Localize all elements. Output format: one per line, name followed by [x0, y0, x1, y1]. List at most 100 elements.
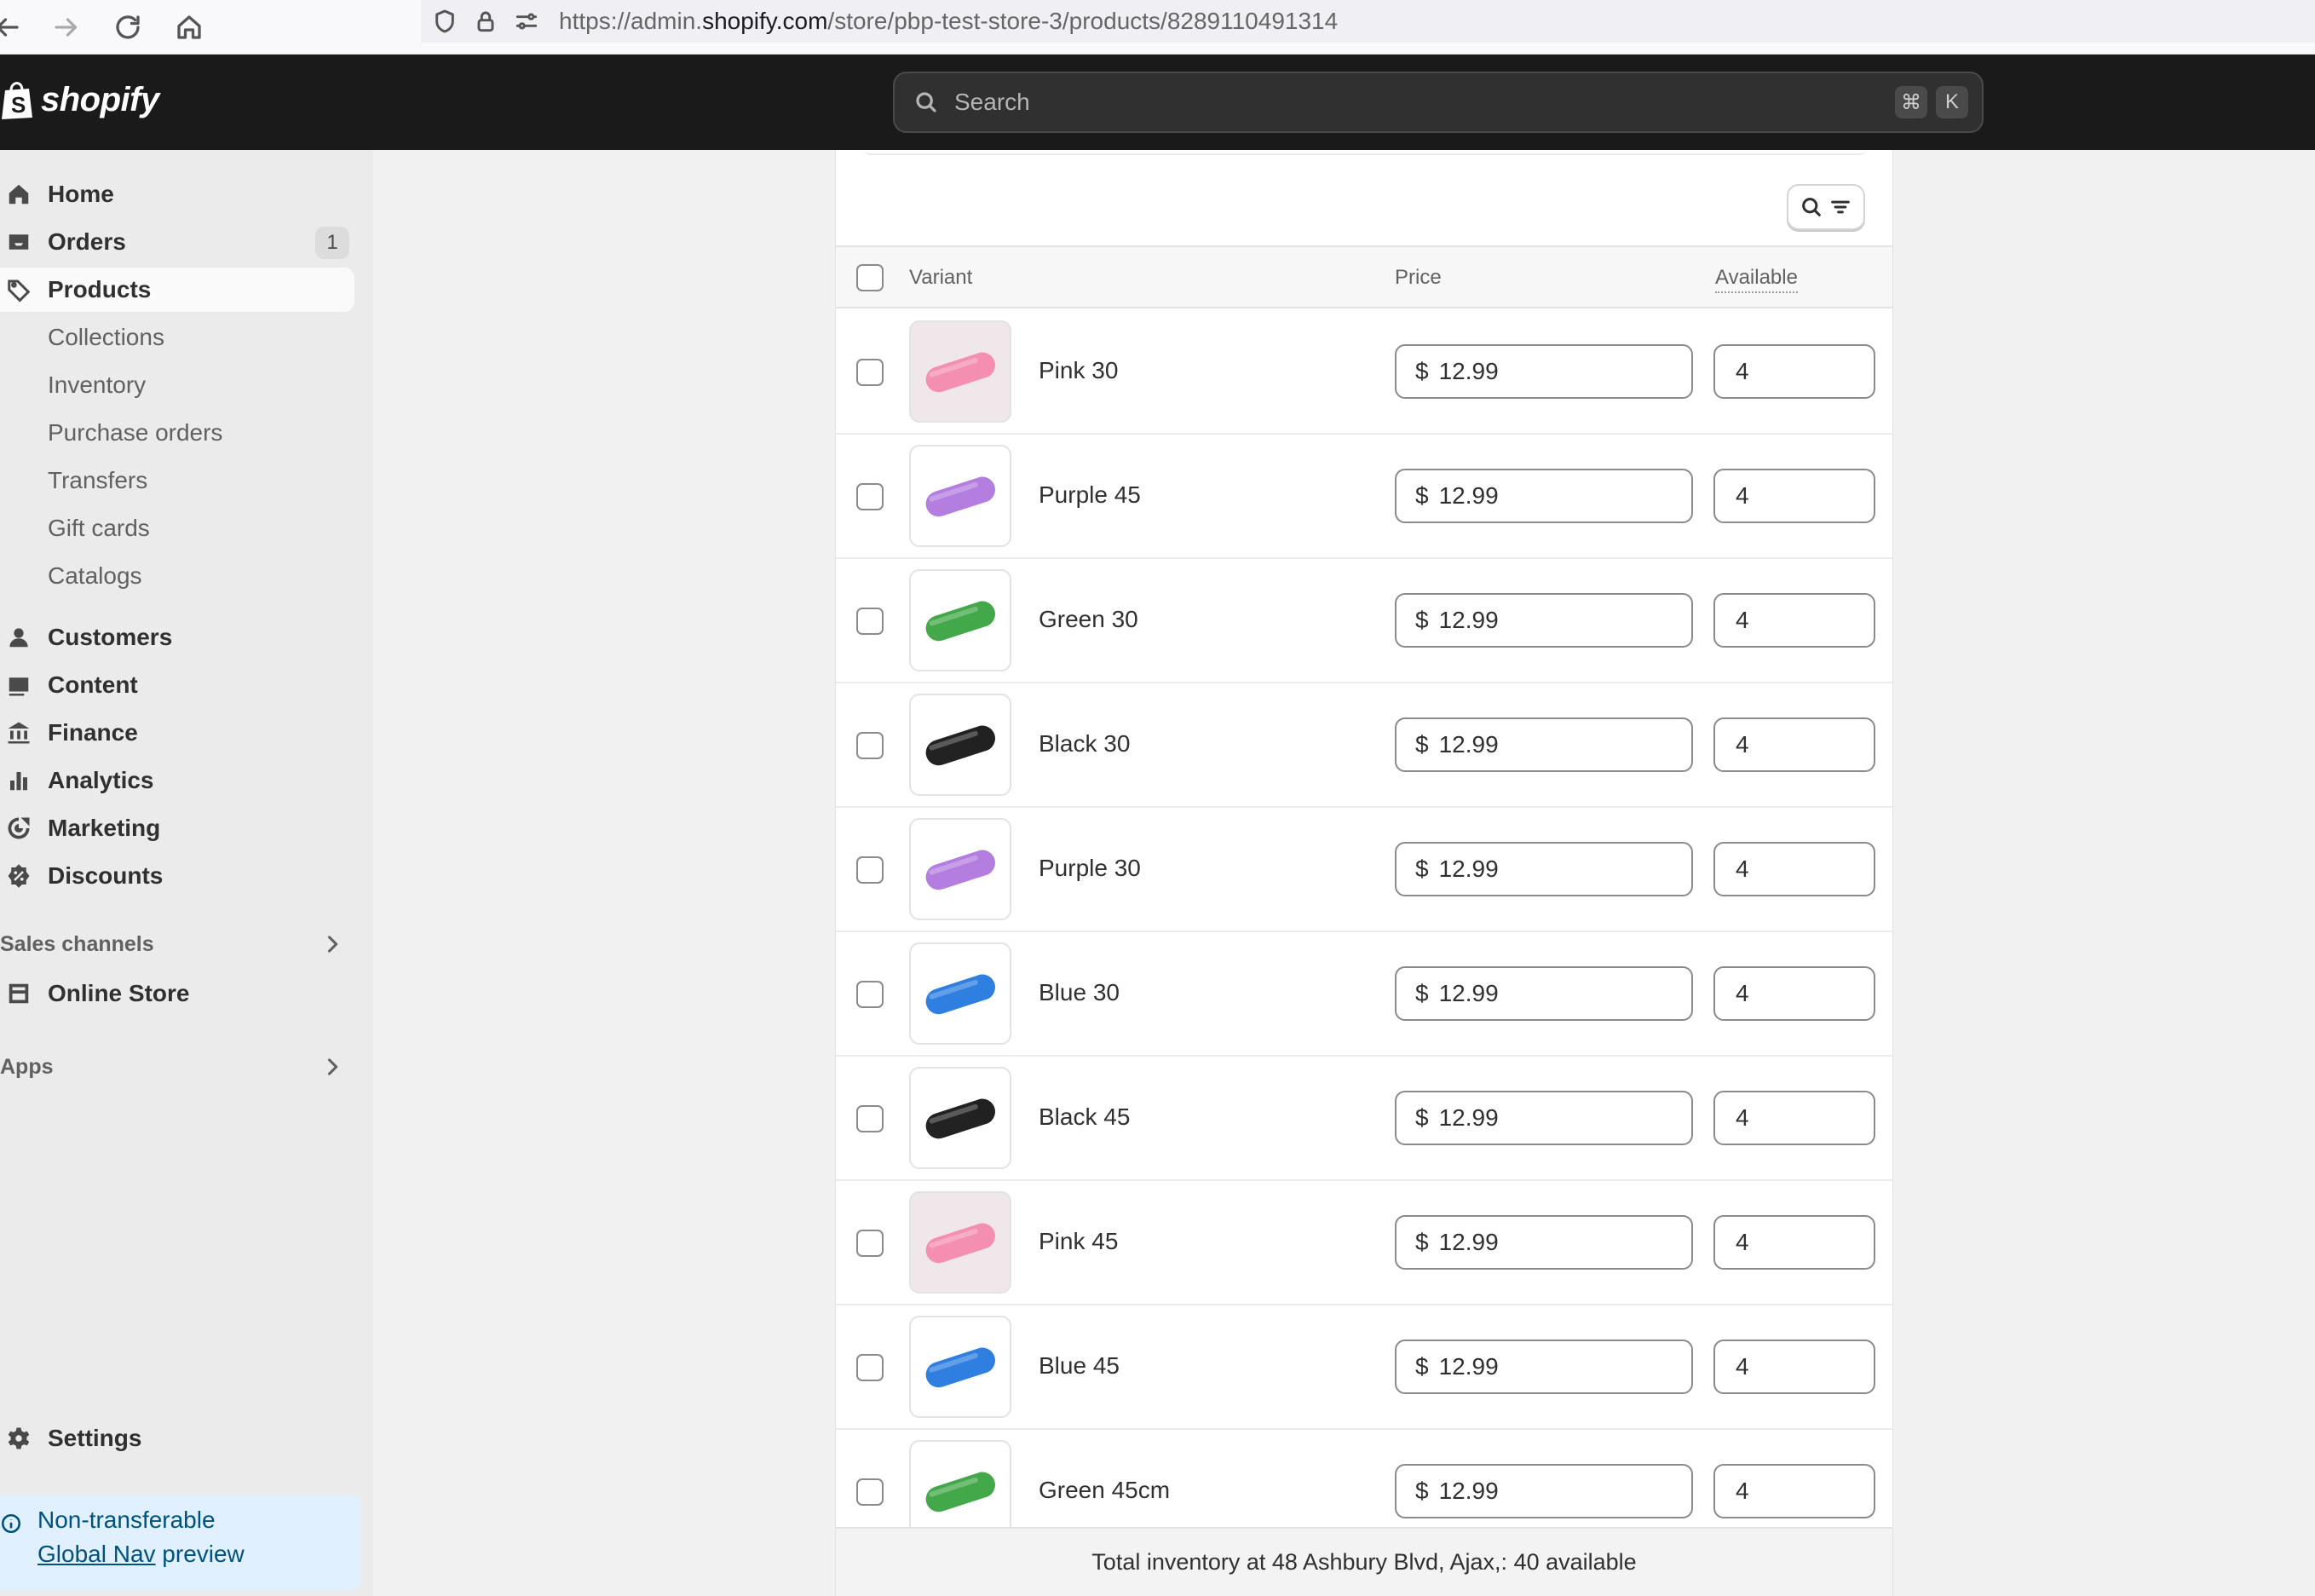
available-quantity-input[interactable]: 4	[1713, 1464, 1875, 1518]
shield-icon[interactable]	[424, 1, 465, 42]
column-header-available[interactable]: Available	[1715, 266, 1798, 293]
lock-icon[interactable]	[465, 1, 506, 42]
sidebar-item-content[interactable]: Content	[0, 663, 354, 707]
price-input[interactable]: $12.99	[1395, 469, 1693, 523]
row-checkbox[interactable]	[856, 608, 884, 635]
sidebar-item-products[interactable]: Products	[0, 268, 354, 312]
price-input[interactable]: $12.99	[1395, 344, 1693, 399]
foam-roller-image	[925, 974, 995, 1015]
table-row[interactable]: Pink 45 $12.99 4	[836, 1181, 1892, 1305]
home-icon[interactable]	[167, 5, 211, 49]
variant-name[interactable]: Pink 45	[1039, 1228, 1118, 1255]
sidebar-item-marketing[interactable]: Marketing	[0, 806, 354, 850]
available-value: 4	[1736, 856, 1749, 882]
row-checkbox[interactable]	[856, 1354, 884, 1381]
variant-name[interactable]: Blue 30	[1039, 979, 1120, 1006]
shopify-logo[interactable]: S shopify	[0, 78, 159, 121]
price-input[interactable]: $12.99	[1395, 842, 1693, 896]
table-row[interactable]: Black 45 $12.99 4	[836, 1057, 1892, 1181]
price-input[interactable]: $12.99	[1395, 717, 1693, 772]
variant-thumbnail[interactable]	[909, 1191, 1011, 1294]
sidebar-item-customers[interactable]: Customers	[0, 615, 354, 660]
row-checkbox[interactable]	[856, 732, 884, 759]
price-input[interactable]: $12.99	[1395, 1340, 1693, 1394]
forward-icon[interactable]	[44, 5, 89, 49]
variant-thumbnail[interactable]	[909, 320, 1011, 423]
variant-name[interactable]: Black 45	[1039, 1103, 1130, 1131]
sidebar-subitem-inventory[interactable]: Inventory	[48, 365, 146, 406]
row-checkbox[interactable]	[856, 359, 884, 386]
available-quantity-input[interactable]: 4	[1713, 469, 1875, 523]
site-settings-icon[interactable]	[506, 1, 547, 42]
available-quantity-input[interactable]: 4	[1713, 717, 1875, 772]
available-quantity-input[interactable]: 4	[1713, 344, 1875, 399]
variant-thumbnail[interactable]	[909, 445, 1011, 547]
variant-name[interactable]: Purple 30	[1039, 855, 1141, 882]
row-checkbox[interactable]	[856, 856, 884, 884]
sidebar-item-home[interactable]: Home	[0, 172, 354, 216]
sidebar-item-settings[interactable]: Settings	[0, 1416, 354, 1461]
price-input[interactable]: $12.99	[1395, 1464, 1693, 1518]
table-row[interactable]: Pink 30 $12.99 4	[836, 310, 1892, 435]
variant-name[interactable]: Purple 45	[1039, 481, 1141, 509]
sales-channels-section[interactable]: Sales channels	[0, 924, 354, 965]
sidebar-item-discounts[interactable]: Discounts	[0, 854, 354, 898]
table-row[interactable]: Purple 30 $12.99 4	[836, 808, 1892, 932]
variant-thumbnail[interactable]	[909, 569, 1011, 671]
table-row[interactable]: Blue 30 $12.99 4	[836, 932, 1892, 1057]
global-nav-link[interactable]: Global Nav	[37, 1541, 156, 1567]
variant-name[interactable]: Black 30	[1039, 730, 1130, 758]
table-row[interactable]: Blue 45 $12.99 4	[836, 1305, 1892, 1430]
image-icon	[2, 668, 36, 702]
sidebar-item-analytics[interactable]: Analytics	[0, 758, 354, 803]
variant-thumbnail[interactable]	[909, 1067, 1011, 1169]
currency-symbol: $	[1415, 607, 1429, 633]
back-icon[interactable]	[0, 5, 29, 49]
variant-name[interactable]: Green 45cm	[1039, 1477, 1170, 1504]
available-quantity-input[interactable]: 4	[1713, 1091, 1875, 1145]
available-quantity-input[interactable]: 4	[1713, 966, 1875, 1021]
variant-thumbnail[interactable]	[909, 942, 1011, 1045]
row-checkbox[interactable]	[856, 1230, 884, 1257]
search-filter-button[interactable]	[1787, 184, 1865, 230]
sidebar-subitem-catalogs[interactable]: Catalogs	[48, 556, 142, 596]
table-row[interactable]: Purple 45 $12.99 4	[836, 435, 1892, 559]
price-input[interactable]: $12.99	[1395, 1215, 1693, 1270]
select-all-checkbox[interactable]	[856, 264, 884, 291]
variant-name[interactable]: Pink 30	[1039, 357, 1118, 384]
column-header-variant[interactable]: Variant	[909, 266, 972, 290]
address-bar[interactable]: https://admin.shopify.com/store/pbp-test…	[421, 0, 2315, 43]
sidebar-subitem-collections[interactable]: Collections	[48, 317, 164, 358]
price-input[interactable]: $12.99	[1395, 593, 1693, 648]
row-checkbox[interactable]	[856, 981, 884, 1008]
sidebar-item-online-store[interactable]: Online Store	[0, 971, 354, 1016]
available-quantity-input[interactable]: 4	[1713, 1215, 1875, 1270]
available-quantity-input[interactable]: 4	[1713, 1340, 1875, 1394]
sidebar-item-orders[interactable]: Orders 1	[0, 220, 354, 264]
foam-roller-image	[925, 352, 995, 393]
variant-thumbnail[interactable]	[909, 1316, 1011, 1418]
search-input[interactable]: Search ⌘ K	[893, 72, 1984, 133]
sidebar-subitem-transfers[interactable]: Transfers	[48, 460, 147, 501]
sidebar-subitem-purchase-orders[interactable]: Purchase orders	[48, 412, 222, 453]
url-text[interactable]: https://admin.shopify.com/store/pbp-test…	[559, 8, 1338, 35]
available-quantity-input[interactable]: 4	[1713, 842, 1875, 896]
shortcut-k-key: K	[1936, 86, 1968, 118]
table-row[interactable]: Green 30 $12.99 4	[836, 559, 1892, 683]
row-checkbox[interactable]	[856, 1478, 884, 1506]
variant-thumbnail[interactable]	[909, 694, 1011, 796]
variant-thumbnail[interactable]	[909, 818, 1011, 920]
available-quantity-input[interactable]: 4	[1713, 593, 1875, 648]
sidebar-subitem-gift-cards[interactable]: Gift cards	[48, 508, 150, 549]
table-row[interactable]: Black 30 $12.99 4	[836, 683, 1892, 808]
price-input[interactable]: $12.99	[1395, 966, 1693, 1021]
row-checkbox[interactable]	[856, 483, 884, 510]
sidebar-item-label: Orders	[48, 228, 126, 255]
row-checkbox[interactable]	[856, 1105, 884, 1132]
reload-icon[interactable]	[106, 5, 150, 49]
apps-section[interactable]: Apps	[0, 1046, 354, 1087]
price-input[interactable]: $12.99	[1395, 1091, 1693, 1145]
variant-name[interactable]: Blue 45	[1039, 1352, 1120, 1380]
sidebar-item-finance[interactable]: Finance	[0, 711, 354, 755]
variant-name[interactable]: Green 30	[1039, 606, 1138, 633]
